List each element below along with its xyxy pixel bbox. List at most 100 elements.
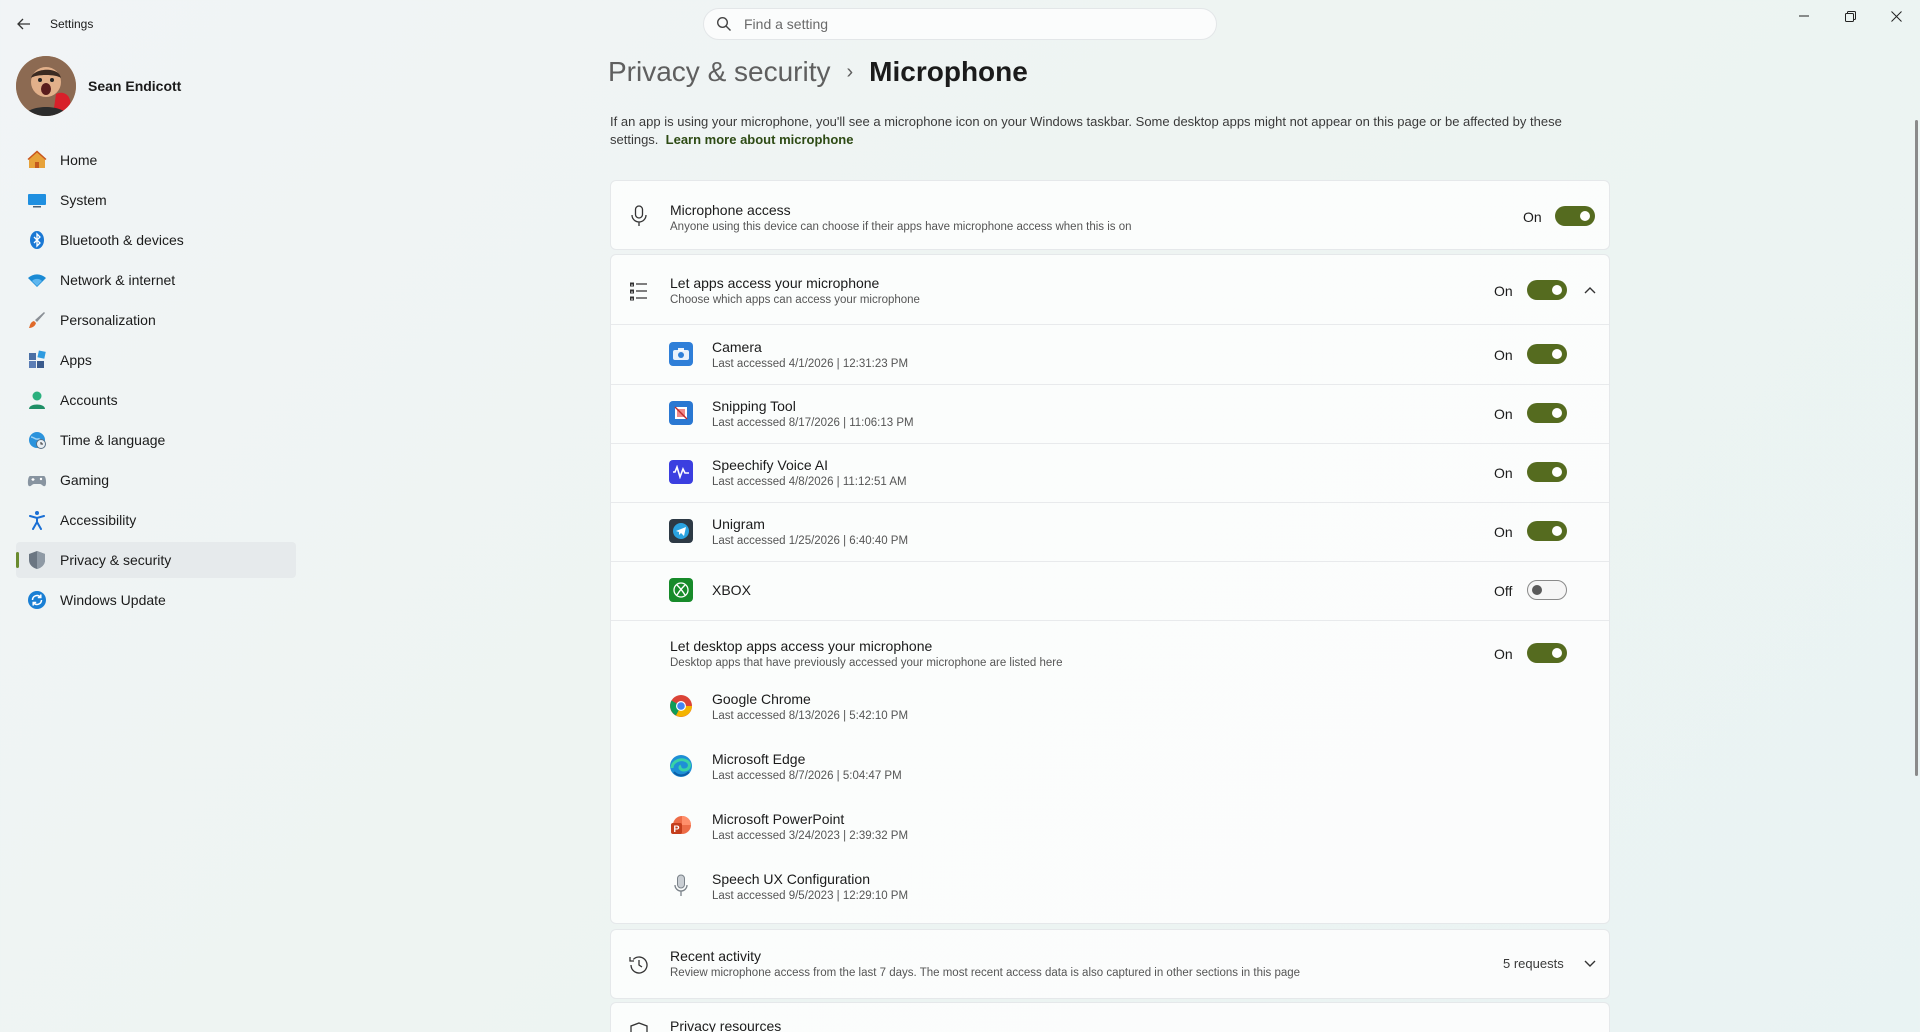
sidebar-item-label: Home bbox=[60, 152, 98, 168]
microphone-access-toggle[interactable] bbox=[1555, 206, 1595, 226]
toggle-state-label: On bbox=[1494, 406, 1513, 422]
sidebar-item-accounts[interactable]: Accounts bbox=[16, 382, 296, 418]
recent-activity-title: Recent activity bbox=[670, 948, 762, 964]
microphone-access-title: Microphone access bbox=[670, 202, 791, 218]
sidebar-item-label: Personalization bbox=[60, 312, 156, 328]
speechify-icon bbox=[669, 460, 693, 484]
app-last-accessed: Last accessed 8/17/2026 | 11:06:13 PM bbox=[712, 417, 914, 429]
search-icon bbox=[716, 16, 732, 32]
toggle-state-label: On bbox=[1494, 524, 1513, 540]
app-last-accessed: Last accessed 8/13/2026 | 5:42:10 PM bbox=[712, 710, 909, 722]
globe-icon bbox=[26, 429, 48, 451]
toggle-state-label: On bbox=[1494, 646, 1513, 662]
app-title: Settings bbox=[50, 17, 94, 31]
shield-outline-icon bbox=[627, 1021, 651, 1032]
sidebar-item-time-language[interactable]: Time & language bbox=[16, 422, 296, 458]
toggle-state-label: On bbox=[1523, 209, 1542, 225]
unigram-icon bbox=[669, 519, 693, 543]
camera-app-icon bbox=[669, 342, 693, 366]
breadcrumb-parent[interactable]: Privacy & security bbox=[608, 56, 831, 88]
chevron-down-icon[interactable] bbox=[1582, 956, 1598, 972]
speechify-toggle[interactable] bbox=[1527, 462, 1567, 482]
sidebar-item-accessibility[interactable]: Accessibility bbox=[16, 502, 296, 538]
app-name: Speechify Voice AI bbox=[712, 457, 828, 473]
privacy-resources-title: Privacy resources bbox=[670, 1018, 782, 1032]
recent-activity-subtitle: Review microphone access from the last 7… bbox=[670, 967, 1301, 979]
toggle-state-label: Off bbox=[1494, 583, 1513, 599]
app-name: XBOX bbox=[712, 582, 751, 598]
update-icon bbox=[26, 589, 48, 611]
microphone-access-card: Microphone access Anyone using this devi… bbox=[610, 180, 1610, 250]
app-name: Google Chrome bbox=[712, 691, 811, 707]
desktop-apps-toggle[interactable] bbox=[1527, 643, 1567, 663]
app-name: Microsoft Edge bbox=[712, 751, 806, 767]
app-name: Speech UX Configuration bbox=[712, 871, 870, 887]
sidebar-item-personalization[interactable]: Personalization bbox=[16, 302, 296, 338]
bluetooth-icon bbox=[26, 229, 48, 251]
avatar bbox=[16, 56, 76, 116]
search-input[interactable] bbox=[744, 16, 1184, 32]
app-last-accessed: Last accessed 4/8/2026 | 11:12:51 AM bbox=[712, 476, 907, 488]
sidebar-nav: Home System Bluetooth & devices Network … bbox=[16, 142, 296, 622]
close-icon[interactable] bbox=[1873, 0, 1919, 32]
app-name: Snipping Tool bbox=[712, 398, 796, 414]
unigram-toggle[interactable] bbox=[1527, 521, 1567, 541]
app-last-accessed: Last accessed 9/5/2023 | 12:29:10 PM bbox=[712, 890, 909, 902]
sidebar-item-bluetooth[interactable]: Bluetooth & devices bbox=[16, 222, 296, 258]
sidebar-item-home[interactable]: Home bbox=[16, 142, 296, 178]
page-description: If an app is using your microphone, you'… bbox=[610, 113, 1610, 149]
restore-icon[interactable] bbox=[1827, 0, 1873, 32]
search-box[interactable] bbox=[703, 8, 1217, 40]
app-last-accessed: Last accessed 4/1/2026 | 12:31:23 PM bbox=[712, 358, 909, 370]
sidebar-item-system[interactable]: System bbox=[16, 182, 296, 218]
let-apps-toggle[interactable] bbox=[1527, 280, 1567, 300]
back-arrow-icon[interactable] bbox=[10, 12, 38, 36]
sidebar-item-label: Network & internet bbox=[60, 272, 176, 288]
sidebar-item-network[interactable]: Network & internet bbox=[16, 262, 296, 298]
xbox-toggle[interactable] bbox=[1527, 580, 1567, 600]
page-title: Microphone bbox=[869, 56, 1028, 87]
home-icon bbox=[26, 149, 48, 171]
breadcrumb-separator-icon: › bbox=[846, 60, 854, 83]
chrome-icon bbox=[669, 694, 693, 718]
xbox-icon bbox=[669, 578, 693, 602]
sidebar-item-privacy-security[interactable]: Privacy & security bbox=[16, 542, 296, 578]
list-icon bbox=[627, 279, 651, 303]
snipping-tool-icon bbox=[669, 401, 693, 425]
accessibility-icon bbox=[26, 509, 48, 531]
toggle-state-label: On bbox=[1494, 283, 1513, 299]
shield-icon bbox=[26, 549, 48, 571]
let-apps-card: Let apps access your microphone Choose w… bbox=[610, 254, 1610, 924]
snipping-tool-toggle[interactable] bbox=[1527, 403, 1567, 423]
privacy-resources-card[interactable]: Privacy resources bbox=[610, 1002, 1610, 1032]
powerpoint-icon: P bbox=[669, 814, 693, 838]
sidebar-item-label: Gaming bbox=[60, 472, 110, 488]
breadcrumb: Privacy & security › Microphone bbox=[608, 56, 1028, 88]
sidebar-item-label: System bbox=[60, 192, 107, 208]
microphone-access-subtitle: Anyone using this device can choose if t… bbox=[670, 221, 1132, 233]
sidebar-item-windows-update[interactable]: Windows Update bbox=[16, 582, 296, 618]
scrollbar[interactable] bbox=[1915, 120, 1918, 776]
sidebar-item-label: Privacy & security bbox=[60, 552, 172, 568]
sidebar-item-label: Windows Update bbox=[60, 592, 166, 608]
toggle-state-label: On bbox=[1494, 347, 1513, 363]
sidebar-item-gaming[interactable]: Gaming bbox=[16, 462, 296, 498]
minimize-icon[interactable] bbox=[1781, 0, 1827, 32]
system-icon bbox=[26, 189, 48, 211]
app-last-accessed: Last accessed 3/24/2023 | 2:39:32 PM bbox=[712, 830, 909, 842]
sidebar-item-label: Time & language bbox=[60, 432, 166, 448]
app-name: Microsoft PowerPoint bbox=[712, 811, 845, 827]
edge-icon bbox=[669, 754, 693, 778]
user-profile[interactable]: Sean Endicott bbox=[16, 56, 181, 116]
learn-more-link[interactable]: Learn more about microphone bbox=[666, 132, 854, 147]
sidebar-item-apps[interactable]: Apps bbox=[16, 342, 296, 378]
app-name: Camera bbox=[712, 339, 762, 355]
microphone-app-icon bbox=[669, 874, 693, 898]
app-last-accessed: Last accessed 1/25/2026 | 6:40:40 PM bbox=[712, 535, 909, 547]
sidebar-item-label: Bluetooth & devices bbox=[60, 232, 184, 248]
microphone-icon bbox=[627, 204, 651, 228]
accounts-icon bbox=[26, 389, 48, 411]
chevron-up-icon[interactable] bbox=[1582, 282, 1598, 298]
camera-toggle[interactable] bbox=[1527, 344, 1567, 364]
recent-activity-card[interactable]: Recent activity Review microphone access… bbox=[610, 929, 1610, 999]
